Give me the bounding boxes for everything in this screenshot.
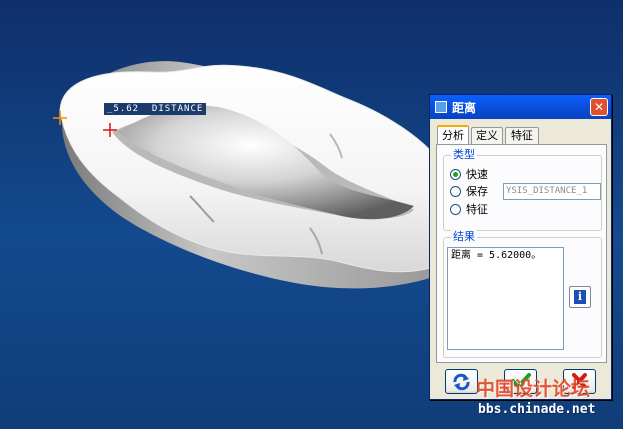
type-group-title: 类型 <box>451 148 477 162</box>
close-icon: ✕ <box>593 100 605 114</box>
radio-button[interactable] <box>450 169 461 180</box>
tab-definition[interactable]: 定义 <box>471 127 503 144</box>
radio-label: 保存 <box>466 185 488 198</box>
radio-button[interactable] <box>450 186 461 197</box>
tab-analysis[interactable]: 分析 <box>437 125 469 145</box>
dialog-title: 距离 <box>452 101 477 115</box>
tab-feature[interactable]: 特征 <box>505 127 539 144</box>
watermark-chinese: 中国设计论坛 <box>476 378 591 400</box>
tab-label: 特征 <box>511 129 533 142</box>
result-group-title: 结果 <box>451 230 477 244</box>
repeat-button[interactable] <box>445 369 478 394</box>
analysis-panel: 类型 快速 保存 特征 YSIS_DISTANCE_1 结果 距离 = 5.62… <box>436 144 607 363</box>
radio-label: 特征 <box>466 203 488 216</box>
distance-dialog: 距离 ✕ 分析 定义 特征 类型 快速 保存 特征 YSIS_DISTANCE_… <box>429 94 612 400</box>
watermark-url: bbs.chinade.net <box>478 402 596 417</box>
result-group: 结果 距离 = 5.62000。 i <box>443 230 602 358</box>
tab-label: 分析 <box>442 129 464 142</box>
close-button[interactable]: ✕ <box>590 98 608 116</box>
radio-label: 快速 <box>466 168 488 181</box>
dialog-titlebar[interactable]: 距离 ✕ <box>430 95 611 119</box>
window-icon <box>435 101 447 113</box>
analysis-name-field[interactable]: YSIS_DISTANCE_1 <box>503 183 601 200</box>
type-group: 类型 快速 保存 特征 YSIS_DISTANCE_1 <box>443 148 602 231</box>
result-text-area[interactable]: 距离 = 5.62000。 <box>447 247 564 350</box>
tab-label: 定义 <box>476 129 498 142</box>
info-icon: i <box>574 290 586 304</box>
radio-button[interactable] <box>450 204 461 215</box>
repeat-icon <box>453 373 470 391</box>
distance-dimension-label[interactable]: _5.62 DISTANCE <box>104 103 207 115</box>
info-button[interactable]: i <box>569 286 591 308</box>
